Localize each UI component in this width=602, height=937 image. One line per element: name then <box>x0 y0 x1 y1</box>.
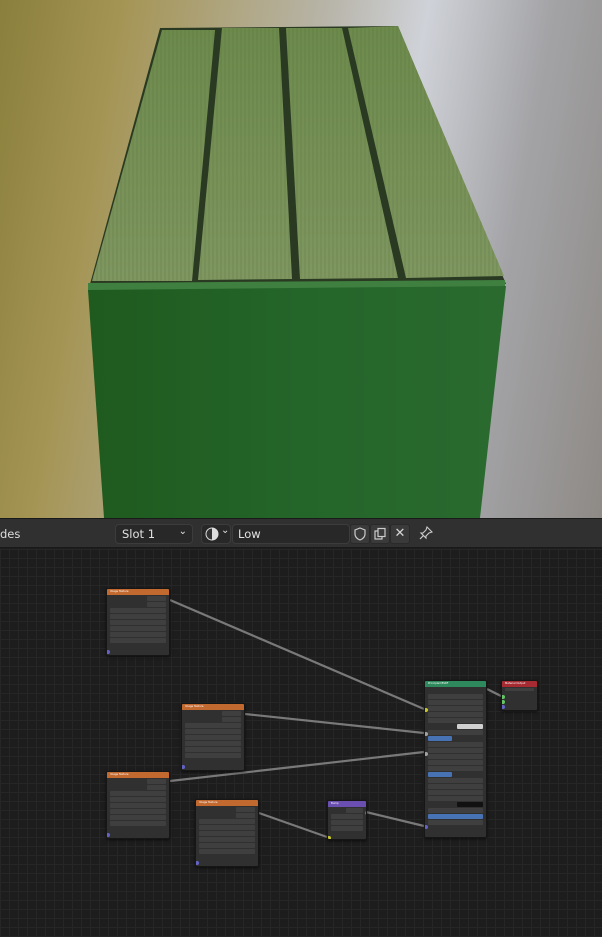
bsdf-output-socket[interactable] <box>486 689 487 693</box>
chevron-down-icon: ⌄ <box>178 526 187 537</box>
slot-select-value: Slot 1 <box>122 527 156 541</box>
material-sphere-icon <box>205 527 219 541</box>
node-header: Image Texture <box>107 772 169 778</box>
node-header: Image Texture <box>196 800 258 806</box>
image-texture-node[interactable]: Image Texture <box>106 588 170 656</box>
normal-input-socket[interactable] <box>425 825 428 829</box>
node-header: Image Texture <box>182 704 244 710</box>
vector-input-socket[interactable] <box>107 833 110 837</box>
image-texture-node[interactable]: Image Texture <box>181 703 245 771</box>
color-output-socket[interactable] <box>258 809 259 813</box>
crate-render <box>88 26 506 518</box>
vector-input-socket[interactable] <box>196 861 199 865</box>
principled-bsdf-node[interactable]: Principled BSDF <box>424 680 487 838</box>
displacement-input-socket[interactable] <box>502 705 505 709</box>
3d-viewport[interactable] <box>0 0 602 518</box>
image-texture-node[interactable]: Image Texture <box>195 799 259 867</box>
node-header: Material Output <box>502 681 537 687</box>
node-links <box>169 598 502 839</box>
link <box>258 811 328 839</box>
fake-user-button[interactable] <box>350 524 370 544</box>
unlink-material-button[interactable]: ✕ <box>390 524 410 544</box>
node-header: Principled BSDF <box>425 681 486 687</box>
roughness-input-socket[interactable] <box>425 732 428 736</box>
link <box>169 598 425 711</box>
node-header: Image Texture <box>107 589 169 595</box>
duplicate-material-button[interactable] <box>370 524 390 544</box>
metallic-input-socket[interactable] <box>425 752 428 756</box>
close-icon: ✕ <box>394 526 406 541</box>
height-input-socket[interactable] <box>328 836 331 839</box>
vector-input-socket[interactable] <box>182 765 185 769</box>
crate-front-face <box>88 286 506 518</box>
material-name-field[interactable]: Low <box>232 524 350 544</box>
pin-button[interactable] <box>416 524 436 544</box>
node-header: Bump <box>328 801 366 807</box>
material-output-node[interactable]: Material Output <box>501 680 538 711</box>
material-name: Low <box>238 527 261 541</box>
link <box>365 810 425 828</box>
editor-type-label[interactable]: des <box>0 527 20 541</box>
link <box>486 688 502 697</box>
bump-node[interactable]: Bump <box>327 800 367 840</box>
vector-input-socket[interactable] <box>107 650 110 654</box>
base-color-input-socket[interactable] <box>425 708 428 712</box>
surface-input-socket[interactable] <box>502 695 505 699</box>
volume-input-socket[interactable] <box>502 700 505 704</box>
slot-select[interactable]: Slot 1 ⌄ <box>115 524 193 544</box>
material-browse-button[interactable]: ⌄ <box>201 524 231 544</box>
normal-output-socket[interactable] <box>365 811 366 815</box>
shield-icon <box>354 527 366 541</box>
image-texture-node[interactable]: Image Texture <box>106 771 170 839</box>
duplicate-icon <box>374 527 386 540</box>
pin-icon <box>419 525 434 540</box>
node-editor-header: des Slot 1 ⌄ ⌄ Low ✕ <box>0 518 602 548</box>
color-output-socket[interactable] <box>244 713 245 717</box>
node-editor-canvas[interactable]: Image Texture Image Texture Image Textur… <box>0 549 602 937</box>
chevron-down-icon: ⌄ <box>221 525 230 536</box>
link <box>244 712 425 735</box>
